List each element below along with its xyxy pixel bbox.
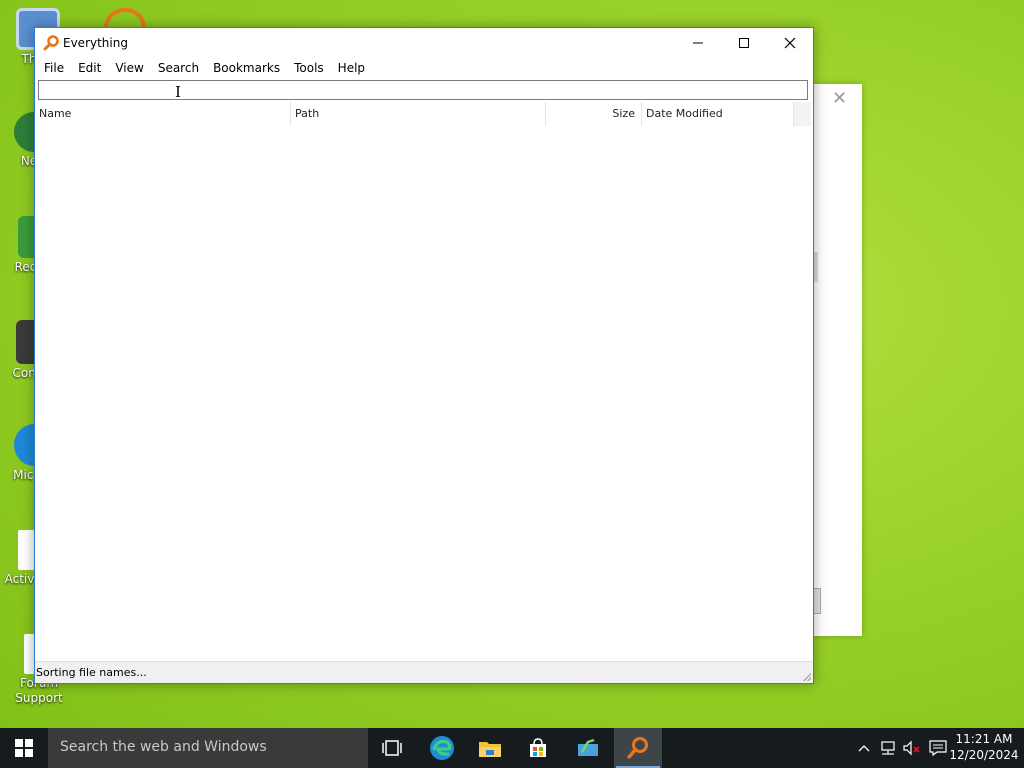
- file-explorer-icon: [479, 742, 501, 757]
- network-tray-button[interactable]: [876, 728, 900, 768]
- title-bar[interactable]: Everything: [35, 28, 813, 58]
- status-text: Sorting file names...: [36, 666, 147, 679]
- search-row: [35, 78, 813, 102]
- background-dialog: ✕: [812, 84, 862, 636]
- menu-search[interactable]: Search: [151, 58, 206, 78]
- column-name[interactable]: Name: [35, 102, 291, 126]
- task-view-icon: [382, 740, 402, 756]
- show-hidden-icons-button[interactable]: [854, 728, 874, 768]
- notification-icon: [929, 740, 947, 756]
- windows-logo-icon: [15, 739, 33, 757]
- taskbar-store[interactable]: [514, 728, 562, 768]
- start-button[interactable]: [0, 728, 48, 768]
- taskbar: Search the web and Windows 11:21 AM 12/2…: [0, 728, 1024, 768]
- column-header: Name Path Size Date Modified: [35, 102, 813, 127]
- everything-search-icon: [43, 35, 59, 51]
- taskbar-file-explorer[interactable]: [466, 728, 514, 768]
- status-bar: Sorting file names...: [35, 661, 813, 683]
- menu-file[interactable]: File: [37, 58, 71, 78]
- maximize-icon: [739, 38, 749, 48]
- clock-time: 11:21 AM: [955, 732, 1013, 746]
- column-size[interactable]: Size: [546, 102, 642, 126]
- clock-date: 12/20/2024: [949, 748, 1019, 762]
- column-path[interactable]: Path: [291, 102, 546, 126]
- menu-tools[interactable]: Tools: [287, 58, 331, 78]
- menu-edit[interactable]: Edit: [71, 58, 108, 78]
- taskbar-search-box[interactable]: Search the web and Windows: [48, 728, 368, 768]
- everything-window: Everything File Edit View Search Bookmar…: [34, 27, 814, 684]
- menu-help[interactable]: Help: [331, 58, 372, 78]
- volume-tray-button[interactable]: [900, 728, 924, 768]
- store-icon: [530, 738, 546, 757]
- column-header-filler: [794, 102, 811, 126]
- menu-bookmarks[interactable]: Bookmarks: [206, 58, 287, 78]
- window-title: Everything: [63, 36, 128, 50]
- close-icon: [784, 37, 796, 49]
- search-input[interactable]: [38, 80, 808, 100]
- close-icon[interactable]: ✕: [832, 88, 847, 109]
- minimize-icon: [693, 42, 703, 44]
- maximize-button[interactable]: [721, 28, 767, 58]
- results-list[interactable]: [35, 127, 813, 659]
- network-icon: [881, 741, 895, 755]
- sway-icon: [578, 738, 598, 756]
- taskbar-everything[interactable]: [614, 728, 662, 768]
- minimize-button[interactable]: [675, 28, 721, 58]
- edge-icon: [430, 736, 454, 760]
- taskbar-clock[interactable]: 11:21 AM 12/20/2024: [948, 731, 1020, 763]
- close-button[interactable]: [767, 28, 813, 58]
- taskbar-search-placeholder: Search the web and Windows: [60, 739, 267, 755]
- action-center-button[interactable]: [926, 728, 950, 768]
- resize-grip[interactable]: [803, 673, 811, 681]
- text-cursor-icon: I: [175, 83, 181, 101]
- taskbar-edge[interactable]: [418, 728, 466, 768]
- taskbar-sway[interactable]: [564, 728, 612, 768]
- column-date-modified[interactable]: Date Modified: [642, 102, 794, 126]
- menu-view[interactable]: View: [108, 58, 150, 78]
- everything-search-icon: [627, 737, 648, 759]
- chevron-up-icon: [858, 745, 870, 752]
- menu-bar: File Edit View Search Bookmarks Tools He…: [35, 58, 813, 78]
- volume-muted-icon: [903, 740, 920, 756]
- task-view-button[interactable]: [368, 728, 416, 768]
